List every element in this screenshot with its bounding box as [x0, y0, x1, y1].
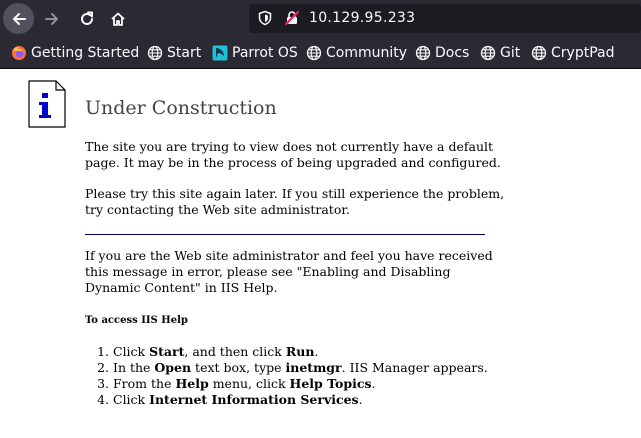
globe-icon — [306, 45, 322, 60]
globe-icon — [531, 45, 547, 60]
divider — [85, 234, 485, 235]
url-text[interactable]: 10.129.95.233 — [309, 4, 415, 33]
address-bar[interactable]: 10.129.95.233 — [249, 4, 641, 33]
globe-icon — [415, 45, 431, 60]
bookmark-label: Community — [326, 44, 408, 61]
retry-paragraph: Please try this site again later. If you… — [85, 186, 505, 217]
bookmark-git[interactable]: Git — [480, 37, 520, 68]
globe-icon — [147, 45, 163, 60]
admin-paragraph: If you are the Web site administrator an… — [85, 248, 493, 295]
bookmarks-toolbar: Getting Started Start Parrot OS Communit… — [0, 37, 641, 69]
list-item: 1. Click Start, and then click Run. — [97, 344, 319, 359]
bookmark-community[interactable]: Community — [306, 37, 407, 68]
home-icon — [110, 12, 125, 26]
list-item: 2. In the Open text box, type inetmgr. II… — [97, 360, 488, 375]
bookmark-label: Start — [167, 44, 202, 61]
bookmark-label: Getting Started — [31, 44, 140, 61]
firefox-icon — [12, 45, 26, 60]
arrow-right-icon — [44, 12, 58, 25]
help-steps-list: 1. Click Start, and then click Run. 2. In … — [85, 344, 488, 408]
bookmark-label: Parrot OS — [232, 44, 298, 61]
arrow-left-icon — [12, 12, 26, 25]
bookmark-label: Git — [500, 44, 521, 61]
shield-icon[interactable] — [257, 10, 273, 26]
bookmark-parrot-os[interactable]: Parrot OS — [212, 37, 298, 68]
reload-icon — [80, 11, 93, 25]
reload-button[interactable] — [71, 3, 102, 34]
list-item: 4. Click Internet Information Services. — [97, 392, 363, 407]
list-item: 3. From the Help menu, click Help Topics. — [97, 376, 376, 391]
bookmark-cryptpad[interactable]: CryptPad — [531, 37, 614, 68]
back-button[interactable] — [3, 3, 34, 34]
bookmark-docs[interactable]: Docs — [415, 37, 469, 68]
message-paragraph: The site you are trying to view does not… — [85, 139, 501, 170]
insecure-lock-icon[interactable] — [284, 10, 300, 26]
info-icon — [28, 80, 66, 128]
bookmark-label: CryptPad — [551, 44, 615, 61]
browser-toolbar: 10.129.95.233 — [0, 0, 641, 37]
page-content: Under Construction The site you are tryi… — [0, 69, 641, 438]
parrot-icon — [212, 45, 228, 60]
globe-icon — [480, 45, 496, 60]
bookmark-start[interactable]: Start — [147, 37, 201, 68]
help-heading: To access IIS Help — [85, 315, 188, 326]
home-button[interactable] — [102, 3, 133, 34]
bookmark-label: Docs — [435, 44, 470, 61]
bookmark-getting-started[interactable]: Getting Started — [11, 37, 139, 68]
page-title: Under Construction — [85, 97, 277, 119]
forward-button[interactable] — [36, 3, 67, 34]
